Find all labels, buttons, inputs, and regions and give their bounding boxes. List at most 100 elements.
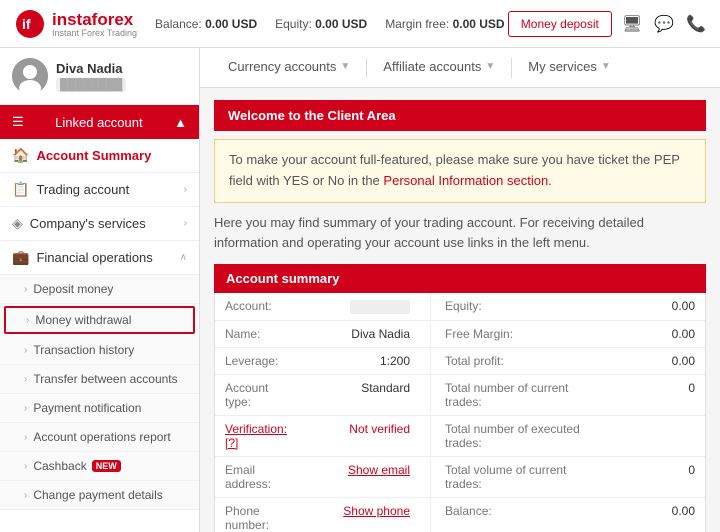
cell-leverage-value: 1:200 — [305, 348, 430, 374]
info-text: Here you may find summary of your tradin… — [214, 213, 706, 255]
chat-icon[interactable]: 💬 — [654, 14, 674, 34]
user-name: Diva Nadia — [56, 61, 126, 76]
cell-phone-label: Phone number: — [215, 498, 305, 532]
cell-name-label: Name: — [215, 321, 305, 347]
topbar: if instaforex Instant Forex Trading Bala… — [0, 0, 720, 48]
phone-icon[interactable]: 📞 — [686, 14, 706, 34]
cell-email-label: Email address: — [215, 457, 305, 497]
cell-account-label: Account: — [215, 293, 305, 320]
show-phone-link[interactable]: Show phone — [343, 504, 410, 518]
new-badge: NEW — [92, 460, 121, 472]
balance-stat: Balance: 0.00 USD — [155, 17, 257, 31]
sidebar-sub-transaction-history[interactable]: › Transaction history — [0, 336, 199, 365]
sub-arrow-icon: › — [24, 284, 27, 295]
sidebar-sub-deposit-money[interactable]: › Deposit money — [0, 275, 199, 304]
sidebar-sub-money-withdrawal[interactable]: › Money withdrawal — [4, 306, 195, 334]
monitor-icon[interactable]: 🖥 — [622, 14, 642, 34]
tab-my-services[interactable]: My services ▼ — [516, 48, 623, 88]
sidebar-item-companys-services[interactable]: ◈ Company's services › — [0, 207, 199, 241]
topbar-right: Money deposit 🖥 💬 📞 — [508, 11, 706, 37]
briefcase-icon: 💼 — [12, 249, 29, 266]
cell-balance-label: Balance: — [430, 498, 590, 532]
tab-affiliate-accounts[interactable]: Affiliate accounts ▼ — [371, 48, 507, 88]
cell-free-margin-label: Free Margin: — [430, 321, 590, 347]
table-row: Name: Diva Nadia Free Margin: 0.00 — [215, 321, 705, 348]
personal-info-link[interactable]: Personal Information section. — [383, 173, 551, 188]
table-row: Email address: Show email Total volume o… — [215, 457, 705, 498]
cell-email-value: Show email — [305, 457, 430, 497]
companys-services-label: Company's services — [30, 216, 146, 231]
topbar-stats: Balance: 0.00 USD Equity: 0.00 USD Margi… — [155, 17, 505, 31]
equity-stat: Equity: 0.00 USD — [275, 17, 367, 31]
cell-total-profit-label: Total profit: — [430, 348, 590, 374]
sub-arrow-icon-6: › — [24, 432, 27, 443]
cell-leverage-label: Leverage: — [215, 348, 305, 374]
chevron-right-icon: › — [184, 184, 187, 195]
table-row: Account: Equity: 0.00 — [215, 293, 705, 321]
chevron-right-icon-2: › — [184, 218, 187, 229]
account-summary-label: Account Summary — [36, 148, 151, 163]
tab-currency-accounts[interactable]: Currency accounts ▼ — [216, 48, 362, 88]
cell-verification-value: Not verified — [305, 416, 430, 456]
financial-operations-submenu: › Deposit money › Money withdrawal › Tra… — [0, 275, 199, 510]
layout: Diva Nadia ████████ ☰ Linked account ▲ 🏠… — [0, 48, 720, 532]
money-deposit-button[interactable]: Money deposit — [508, 11, 612, 37]
cell-account-type-label: Account type: — [215, 375, 305, 415]
logo-text: instaforex — [52, 10, 133, 29]
tab-my-services-label: My services — [528, 59, 597, 74]
svg-text:if: if — [22, 16, 31, 32]
sidebar-item-trading-account[interactable]: 📋 Trading account › — [0, 173, 199, 207]
tab-arrow-2: ▼ — [485, 61, 495, 72]
verification-link[interactable]: Verification: [?] — [225, 422, 287, 450]
cell-total-current-trades-label: Total number of current trades: — [430, 375, 590, 415]
cell-account-value — [305, 293, 430, 320]
table-row: Verification: [?] Not verified Total num… — [215, 416, 705, 457]
account-summary-title: Account summary — [214, 264, 706, 293]
logo: if instaforex Instant Forex Trading — [14, 8, 137, 40]
sidebar-section-label: Linked account — [55, 115, 142, 130]
user-id: ████████ — [56, 78, 126, 92]
money-withdrawal-label: Money withdrawal — [35, 313, 131, 327]
tab-currency-accounts-label: Currency accounts — [228, 59, 336, 74]
cell-phone-value: Show phone — [305, 498, 430, 532]
cell-total-volume-current-value: 0 — [590, 457, 705, 497]
sidebar-sub-transfer-between-accounts[interactable]: › Transfer between accounts — [0, 365, 199, 394]
cell-total-executed-trades-value — [590, 416, 705, 456]
show-email-link[interactable]: Show email — [348, 463, 410, 477]
sub-arrow-icon-4: › — [24, 374, 27, 385]
sub-arrow-icon-7: › — [24, 461, 27, 472]
tab-arrow-3: ▼ — [601, 61, 611, 72]
sidebar-item-account-summary[interactable]: 🏠 Account Summary — [0, 139, 199, 173]
margin-stat: Margin free: 0.00 USD — [385, 17, 504, 31]
cell-total-current-trades-value: 0 — [590, 375, 705, 415]
nav-tabs: Currency accounts ▼ Affiliate accounts ▼… — [200, 48, 720, 88]
notice-box: To make your account full-featured, plea… — [214, 139, 706, 203]
sidebar-sub-account-operations-report[interactable]: › Account operations report — [0, 423, 199, 452]
sidebar-section-linked-account[interactable]: ☰ Linked account ▲ — [0, 105, 199, 139]
logo-sub: Instant Forex Trading — [52, 28, 137, 38]
sidebar-sub-cashback[interactable]: › Cashback NEW — [0, 452, 199, 481]
sub-arrow-icon-2: › — [26, 315, 29, 326]
table-row: Account type: Standard Total number of c… — [215, 375, 705, 416]
linked-account-icon: ☰ — [12, 114, 24, 130]
topbar-icons: 🖥 💬 📞 — [622, 14, 706, 34]
cashback-label: Cashback — [33, 459, 86, 473]
cell-total-volume-current-label: Total volume of current trades: — [430, 457, 590, 497]
sidebar-sub-change-payment-details[interactable]: › Change payment details — [0, 481, 199, 510]
home-icon: 🏠 — [12, 147, 29, 164]
list-icon: 📋 — [12, 181, 29, 198]
diamond-icon: ◈ — [12, 215, 23, 232]
sidebar-sub-payment-notification[interactable]: › Payment notification — [0, 394, 199, 423]
table-row: Phone number: Show phone Balance: 0.00 — [215, 498, 705, 532]
sub-arrow-icon-8: › — [24, 490, 27, 501]
main-content: Currency accounts ▼ Affiliate accounts ▼… — [200, 48, 720, 532]
account-operations-report-label: Account operations report — [33, 430, 170, 444]
cell-verification-label: Verification: [?] — [215, 416, 305, 456]
chevron-down-icon: ∧ — [180, 252, 187, 263]
cell-free-margin-value: 0.00 — [590, 321, 705, 347]
tab-affiliate-accounts-label: Affiliate accounts — [383, 59, 481, 74]
cell-equity-value: 0.00 — [590, 293, 705, 320]
sub-arrow-icon-3: › — [24, 345, 27, 356]
sidebar-item-financial-operations[interactable]: 💼 Financial operations ∧ — [0, 241, 199, 275]
change-payment-details-label: Change payment details — [33, 488, 162, 502]
